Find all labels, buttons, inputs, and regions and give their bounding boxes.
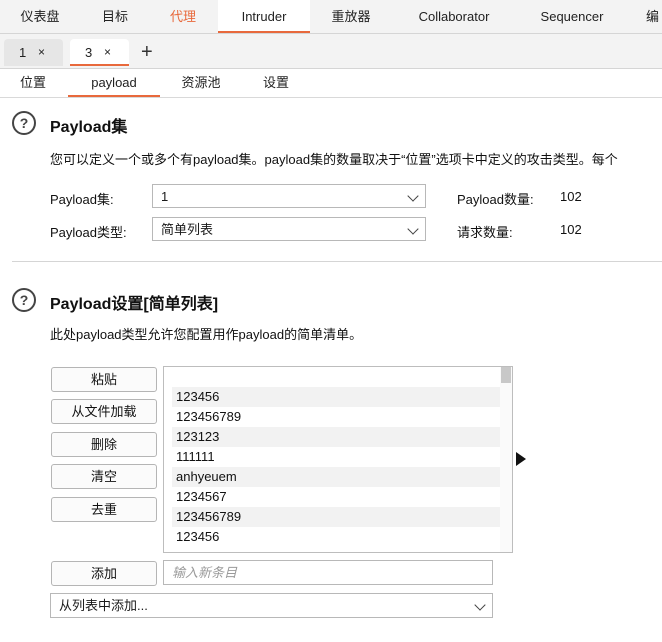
add-tab-icon[interactable]: +: [141, 40, 153, 64]
list-item[interactable]: 1234567: [172, 487, 501, 507]
new-item-input[interactable]: [164, 561, 492, 584]
section-title: Payload集: [50, 119, 128, 136]
close-icon[interactable]: ×: [38, 39, 45, 66]
close-icon[interactable]: ×: [104, 39, 111, 66]
scrollbar[interactable]: [500, 367, 512, 552]
attack-tab-label: 1: [19, 45, 27, 60]
help-icon[interactable]: ?: [12, 111, 36, 135]
new-item-field[interactable]: [163, 560, 493, 585]
tab-intruder[interactable]: Intruder: [218, 0, 310, 33]
tab-positions[interactable]: 位置: [8, 69, 58, 95]
tab-collaborator[interactable]: Collaborator: [392, 0, 516, 33]
list-item[interactable]: 123456: [172, 527, 501, 547]
main-tab-bar: 仪表盘 目标 代理 Intruder 重放器 Collaborator Sequ…: [0, 0, 662, 34]
remove-button[interactable]: 删除: [51, 432, 157, 457]
expand-arrow-icon[interactable]: [516, 452, 526, 466]
attack-tab-label: 3: [85, 45, 93, 60]
tab-resource-pool[interactable]: 资源池: [172, 69, 230, 95]
attack-tab-bar: 1 × 3 × +: [0, 34, 662, 69]
tab-sequencer[interactable]: Sequencer: [516, 0, 628, 33]
request-count-label: 请求数量:: [457, 225, 513, 240]
section-title: Payload设置[简单列表]: [50, 296, 219, 313]
tab-settings[interactable]: 设置: [248, 69, 304, 95]
payload-set-dropdown[interactable]: 1: [152, 184, 426, 208]
attack-tab-3[interactable]: 3 ×: [70, 39, 129, 66]
request-count-value: 102: [560, 222, 582, 237]
payload-count-value: 102: [560, 189, 582, 204]
tab-decoder[interactable]: 编: [628, 0, 662, 33]
attack-tab-1[interactable]: 1 ×: [4, 39, 63, 66]
list-item[interactable]: 111111: [172, 447, 501, 467]
chevron-down-icon: [407, 223, 419, 235]
list-item[interactable]: 123123: [172, 427, 501, 447]
payload-count-label: Payload数量:: [457, 192, 534, 207]
payload-type-label: Payload类型:: [50, 225, 127, 240]
add-from-list-value: 从列表中添加...: [59, 598, 148, 613]
scroll-thumb[interactable]: [501, 367, 511, 383]
payload-set-value: 1: [161, 189, 169, 204]
tab-target[interactable]: 目标: [80, 0, 150, 33]
deduplicate-button[interactable]: 去重: [51, 497, 157, 522]
section-description: 您可以定义一个或多个有payload集。payload集的数量取决于“位置”选项…: [50, 152, 618, 167]
intruder-sub-tabs: 位置 payload 资源池 设置: [0, 69, 662, 98]
tab-dashboard[interactable]: 仪表盘: [0, 0, 80, 33]
payload-list[interactable]: 123456 123456789 123123 111111 anhyeuem …: [163, 366, 513, 553]
chevron-down-icon: [474, 599, 486, 611]
payload-type-dropdown[interactable]: 简单列表: [152, 217, 426, 241]
add-from-list-dropdown[interactable]: 从列表中添加...: [50, 593, 493, 618]
chevron-down-icon: [407, 190, 419, 202]
payload-set-label: Payload集:: [50, 192, 114, 207]
load-file-button[interactable]: 从文件加载: [51, 399, 157, 424]
tab-repeater[interactable]: 重放器: [310, 0, 392, 33]
list-item[interactable]: anhyeuem: [172, 467, 501, 487]
list-item[interactable]: 123456: [172, 387, 501, 407]
help-icon[interactable]: ?: [12, 288, 36, 312]
list-item[interactable]: [172, 367, 501, 387]
clear-button[interactable]: 清空: [51, 464, 157, 489]
list-item[interactable]: 123456789: [172, 507, 501, 527]
add-button[interactable]: 添加: [51, 561, 157, 586]
section-divider: [12, 261, 662, 262]
list-item[interactable]: 123456789: [172, 407, 501, 427]
tab-payloads[interactable]: payload: [68, 69, 160, 97]
section-description: 此处payload类型允许您配置用作payload的简单清单。: [50, 327, 363, 342]
paste-button[interactable]: 粘贴: [51, 367, 157, 392]
payload-type-value: 简单列表: [161, 222, 214, 237]
tab-proxy[interactable]: 代理: [150, 0, 216, 33]
